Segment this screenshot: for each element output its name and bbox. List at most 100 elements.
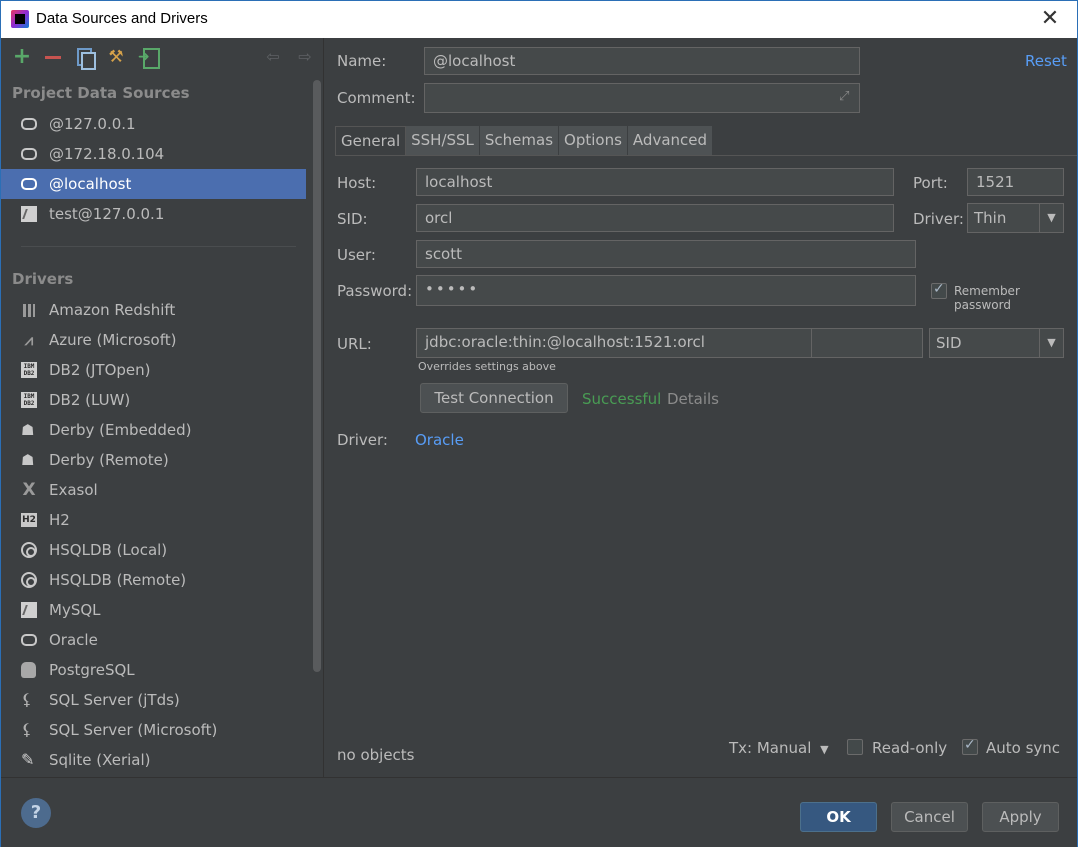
tab-advanced[interactable]: Advanced — [627, 126, 714, 156]
details-link[interactable]: Details — [667, 390, 719, 408]
back-arrow-icon[interactable]: ⇦ — [263, 47, 283, 67]
objects-status: no objects — [337, 746, 415, 764]
data-source-item[interactable]: @127.0.0.1 — [1, 109, 306, 139]
driver-label: Oracle — [49, 631, 98, 649]
tx-mode-dropdown[interactable]: Tx: Manual ▼ — [729, 739, 829, 757]
auto-sync-label: Auto sync — [986, 739, 1061, 757]
driver-item[interactable]: ☗ Derby (Embedded) — [1, 415, 306, 445]
oracle-icon — [21, 118, 37, 130]
driver-item[interactable]: HSQLDB (Remote) — [1, 565, 306, 595]
oracle-icon — [21, 634, 37, 646]
right-panel: Name: @localhost Reset Comment: ⤢ Genera… — [325, 38, 1077, 777]
section-divider — [21, 246, 296, 247]
window-title: Data Sources and Drivers — [36, 10, 208, 27]
tab-options[interactable]: Options — [559, 126, 628, 156]
forward-arrow-icon[interactable]: ⇨ — [295, 47, 315, 67]
name-field[interactable]: @localhost — [424, 47, 860, 75]
title-bar: Data Sources and Drivers ✕ — [0, 0, 1078, 38]
oracle-icon — [21, 178, 37, 190]
driver-item[interactable]: HSQLDB (Local) — [1, 535, 306, 565]
tab-ssh-ssl[interactable]: SSH/SSL — [406, 126, 480, 156]
dialog-body: + ⚒ ⇦ ⇨ Project Data Sources @127.0.0.1 @… — [0, 38, 1078, 847]
driver-item[interactable]: IBM DB2 DB2 (LUW) — [1, 385, 306, 415]
url-field[interactable]: jdbc:oracle:thin:@localhost:1521:orcl — [416, 328, 812, 358]
remember-password-label: Remember password — [954, 284, 1020, 312]
help-icon[interactable]: ? — [21, 798, 51, 828]
driver-item[interactable]: H2 H2 — [1, 505, 306, 535]
cancel-button[interactable]: Cancel — [891, 802, 968, 832]
comment-field[interactable]: ⤢ — [424, 83, 860, 113]
host-field[interactable]: localhost — [416, 168, 894, 196]
h2-icon: H2 — [21, 513, 37, 527]
import-icon[interactable] — [138, 47, 160, 69]
reset-link[interactable]: Reset — [1025, 52, 1067, 70]
user-label: User: — [337, 246, 376, 264]
driver-select-value: Thin — [974, 209, 1007, 227]
chevron-down-icon: ▼ — [820, 743, 829, 756]
driver-label: Driver: — [913, 210, 964, 228]
driver-item[interactable]: MySQL — [1, 595, 306, 625]
close-icon[interactable]: ✕ — [1037, 6, 1063, 32]
read-only-checkbox[interactable] — [847, 739, 863, 755]
tab-schemas[interactable]: Schemas — [479, 126, 560, 156]
url-extra-field[interactable] — [811, 328, 923, 358]
data-source-label: @localhost — [49, 175, 132, 193]
driver-item[interactable]: ⚸ SQL Server (Microsoft) — [1, 715, 306, 745]
driver-properties-icon[interactable]: ⚒ — [106, 47, 126, 67]
ok-button[interactable]: OK — [800, 802, 877, 832]
driver-item[interactable]: ☗ Derby (Remote) — [1, 445, 306, 475]
driver-label: PostgreSQL — [49, 661, 135, 679]
test-connection-button[interactable]: Test Connection — [420, 383, 568, 413]
hsqldb-icon — [21, 572, 37, 588]
sid-label: SID: — [337, 210, 368, 228]
add-icon[interactable]: + — [12, 46, 32, 68]
data-source-item[interactable]: @172.18.0.104 — [1, 139, 306, 169]
url-hint: Overrides settings above — [418, 360, 556, 373]
data-source-item[interactable]: @localhost — [1, 169, 306, 199]
duplicate-icon[interactable] — [74, 47, 96, 70]
driver-label: Sqlite (Xerial) — [49, 751, 151, 769]
driver-label: H2 — [49, 511, 70, 529]
auto-sync-checkbox[interactable] — [962, 737, 978, 755]
name-label: Name: — [337, 52, 387, 70]
remember-password-checkbox[interactable] — [931, 281, 947, 299]
sqlserver-icon: ⚸ — [21, 690, 33, 709]
user-field[interactable]: scott — [416, 240, 916, 268]
driver-item[interactable]: PostgreSQL — [1, 655, 306, 685]
remove-icon[interactable] — [43, 47, 63, 67]
sources-toolbar: + ⚒ ⇦ ⇨ — [1, 38, 324, 76]
oracle-icon — [21, 148, 37, 160]
driver-item[interactable]: IBM DB2 DB2 (JTOpen) — [1, 355, 306, 385]
port-field[interactable]: 1521 — [967, 168, 1064, 196]
apply-button[interactable]: Apply — [982, 802, 1059, 832]
list-scrollbar[interactable] — [313, 80, 321, 672]
drivers-heading: Drivers — [12, 270, 74, 288]
mysql-icon — [21, 206, 37, 222]
chevron-down-icon[interactable]: ▼ — [1039, 204, 1063, 232]
intellij-app-icon — [11, 10, 29, 28]
driver-label: SQL Server (jTds) — [49, 691, 180, 709]
password-field[interactable]: ••••• — [416, 275, 916, 306]
chevron-down-icon[interactable]: ▼ — [1039, 329, 1063, 357]
redshift-icon — [21, 302, 37, 318]
driver-label: Amazon Redshift — [49, 301, 176, 319]
dialog-footer: ? OK Cancel Apply — [1, 777, 1077, 847]
sid-field[interactable]: orcl — [416, 204, 894, 232]
driver-select[interactable]: Thin ▼ — [967, 203, 1064, 233]
data-source-item[interactable]: test@127.0.0.1 — [1, 199, 306, 229]
driver-item[interactable]: ⚸ SQL Server (jTds) — [1, 685, 306, 715]
driver-label: Exasol — [49, 481, 98, 499]
driver-item[interactable]: ⩘ Azure (Microsoft) — [1, 325, 306, 355]
driver-label: SQL Server (Microsoft) — [49, 721, 218, 739]
driver-label: HSQLDB (Remote) — [49, 571, 187, 589]
driver-link[interactable]: Oracle — [415, 431, 464, 449]
url-type-select[interactable]: SID ▼ — [929, 328, 1064, 358]
tab-general[interactable]: General — [335, 126, 407, 156]
driver-item[interactable]: ✎ Sqlite (Xerial) — [1, 745, 306, 775]
mysql-icon — [21, 602, 37, 618]
driver-label: Azure (Microsoft) — [49, 331, 177, 349]
expand-icon[interactable]: ⤢ — [839, 90, 853, 104]
driver-item[interactable]: X Exasol — [1, 475, 306, 505]
driver-item[interactable]: Amazon Redshift — [1, 295, 306, 325]
driver-item[interactable]: Oracle — [1, 625, 306, 655]
